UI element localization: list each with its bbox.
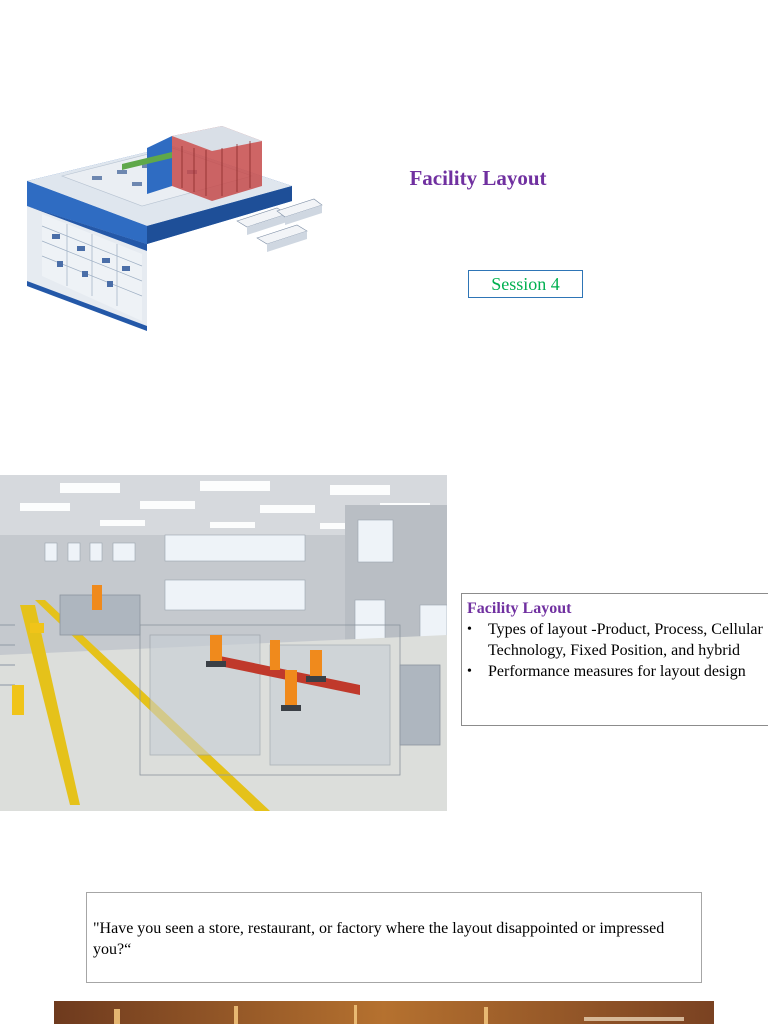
restaurant-image — [54, 1001, 714, 1024]
question-text: "Have you seen a store, restaurant, or f… — [93, 920, 665, 958]
topics-list: • Types of layout -Product, Process, Cell… — [467, 619, 766, 682]
topics-textbox: Facility Layout • Types of layout -Produc… — [461, 593, 768, 726]
list-item: • Types of layout -Product, Process, Cell… — [467, 619, 766, 661]
factory-floor-image — [0, 475, 447, 811]
slide-title: Facility Layout — [409, 166, 547, 190]
question-textbox: "Have you seen a store, restaurant, or f… — [86, 892, 702, 983]
list-item: • Performance measures for layout design — [467, 661, 766, 682]
topics-heading: Facility Layout — [467, 600, 572, 617]
facility-layout-image — [27, 126, 323, 331]
bullet-icon: • — [467, 622, 472, 637]
session-label: Session 4 — [468, 270, 583, 298]
bullet-icon: • — [467, 664, 472, 679]
bullet-text: Performance measures for layout design — [488, 663, 746, 680]
bullet-text: Types of layout -Product, Process, Cellu… — [488, 621, 763, 659]
